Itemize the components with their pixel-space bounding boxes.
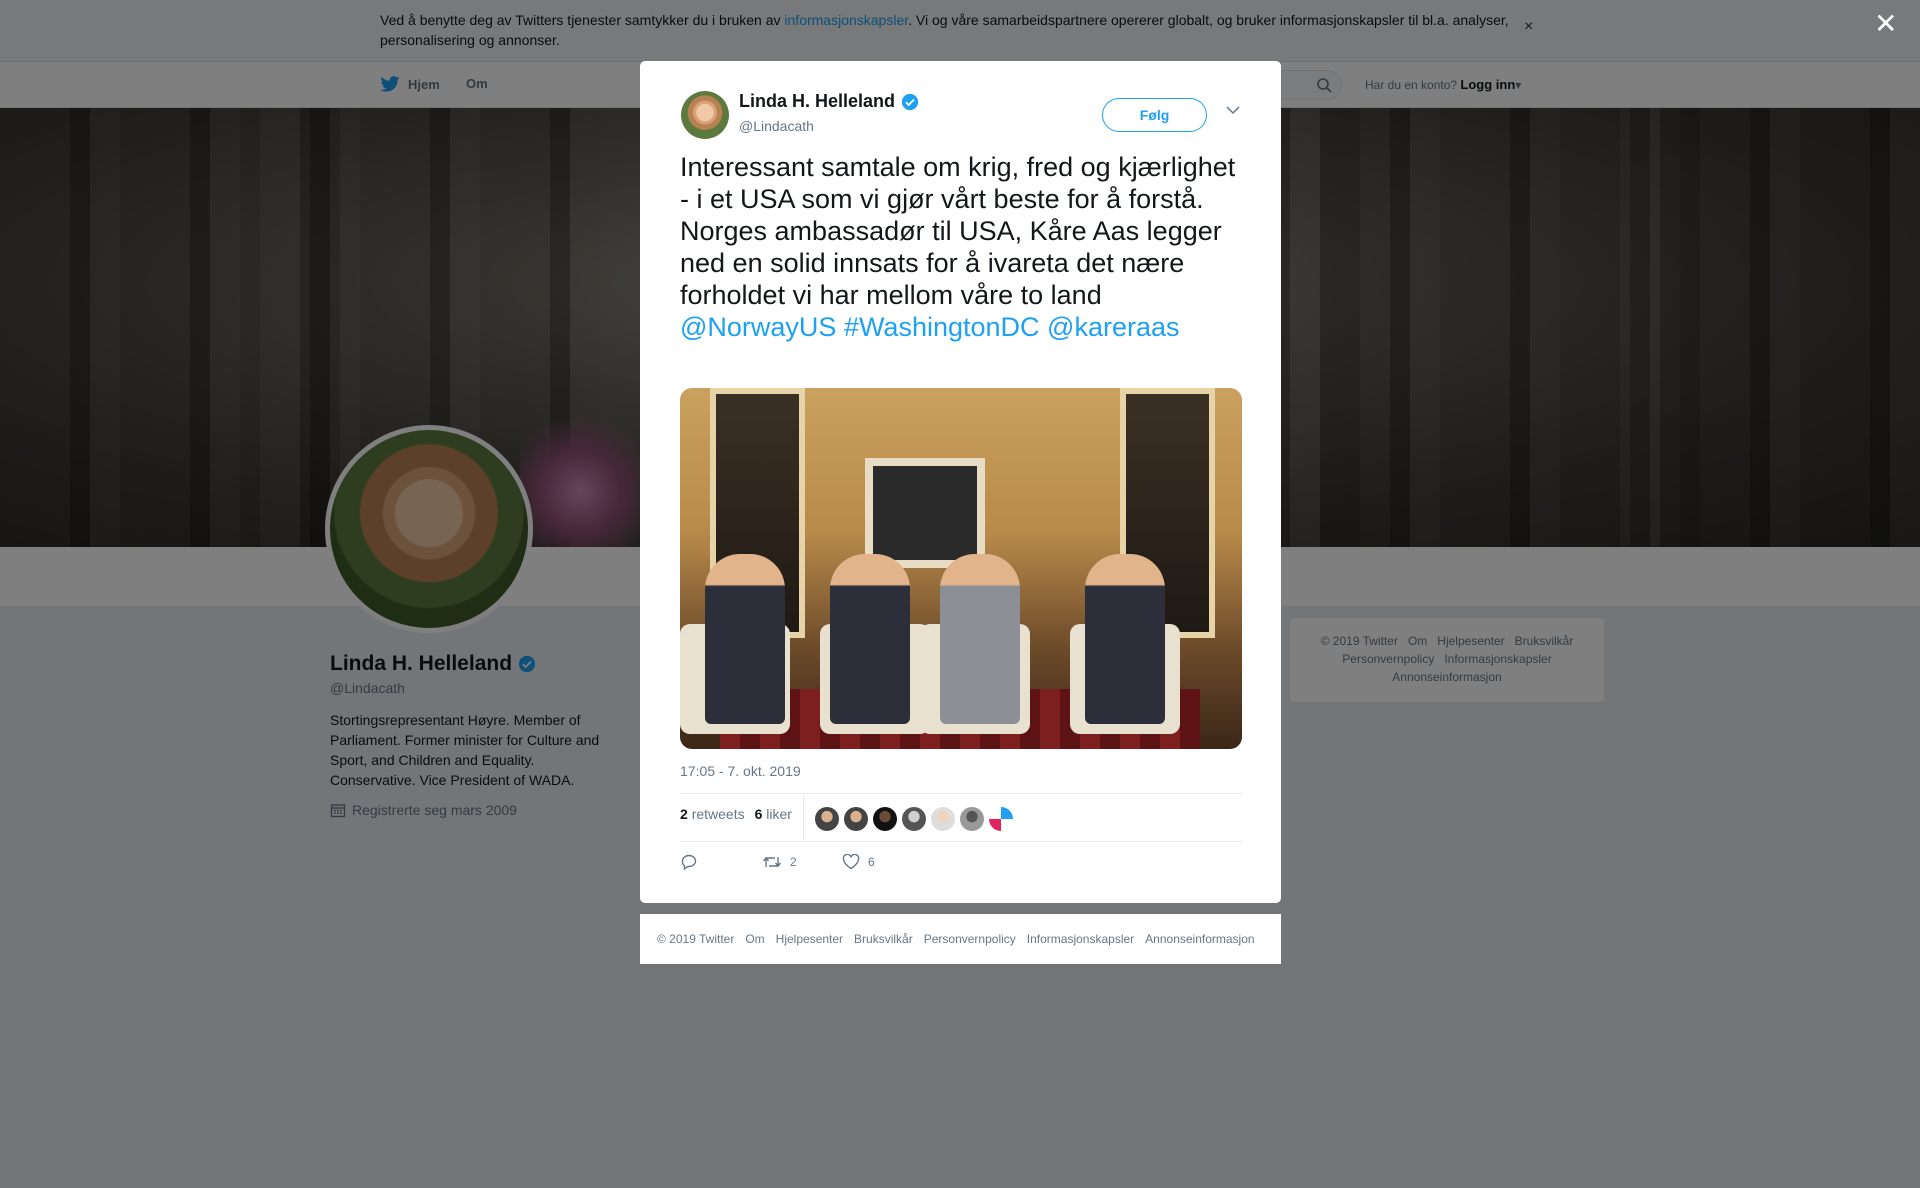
follow-button[interactable]: Følg: [1102, 98, 1207, 132]
verified-badge-icon: [901, 93, 919, 110]
close-icon[interactable]: ✕: [1874, 10, 1897, 38]
liker-avatar[interactable]: [873, 807, 897, 831]
modal-footer: © 2019 Twitter Om Hjelpesenter Bruksvilk…: [640, 914, 1281, 964]
photo-painting: [865, 458, 985, 568]
chevron-down-icon[interactable]: [1226, 105, 1240, 115]
footer-terms-link[interactable]: Bruksvilkår: [854, 932, 913, 946]
liker-avatar[interactable]: [815, 807, 839, 831]
like-count: 6: [868, 855, 875, 869]
footer-about-link[interactable]: Om: [745, 932, 764, 946]
footer-copyright: © 2019 Twitter: [657, 932, 735, 946]
photo-person: [940, 554, 1020, 724]
footer-cookies-link[interactable]: Informasjonskapsler: [1027, 932, 1134, 946]
likes-label: liker: [766, 806, 792, 822]
reply-button[interactable]: [680, 853, 762, 871]
liker-avatars: [815, 807, 1013, 831]
tweet-modal: Linda H. Helleland @Lindacath Følg Inter…: [640, 61, 1281, 903]
photo-person: [705, 554, 785, 724]
likes-stat[interactable]: 6 liker: [755, 806, 792, 822]
retweets-count: 2: [680, 806, 688, 822]
heart-icon: [842, 854, 860, 870]
retweets-label: retweets: [691, 806, 745, 822]
retweet-button[interactable]: 2: [762, 854, 842, 870]
tweet-avatar[interactable]: [681, 91, 729, 139]
divider: [680, 793, 1242, 794]
divider: [680, 841, 1242, 842]
tweet-actions: 2 6: [680, 853, 875, 871]
retweet-icon: [762, 856, 782, 868]
liker-avatar[interactable]: [844, 807, 868, 831]
likes-count: 6: [754, 806, 763, 822]
tweet-timestamp[interactable]: 17:05 - 7. okt. 2019: [680, 763, 801, 779]
tweet-body: Interessant samtale om krig, fred og kjæ…: [680, 152, 1236, 310]
photo-person: [830, 554, 910, 724]
footer-privacy-link[interactable]: Personvernpolicy: [924, 932, 1016, 946]
tweet-author-name[interactable]: Linda H. Helleland: [739, 91, 919, 112]
like-button[interactable]: 6: [842, 854, 875, 870]
footer-ads-info-link[interactable]: Annonseinformasjon: [1145, 932, 1254, 946]
liker-avatar[interactable]: [960, 807, 984, 831]
tweet-text: Interessant samtale om krig, fred og kjæ…: [680, 151, 1250, 343]
divider: [803, 794, 804, 841]
tweet-mentions-hashtags[interactable]: @NorwayUS #WashingtonDC @kareraas: [680, 312, 1180, 342]
tweet-photo[interactable]: [680, 388, 1242, 749]
liker-avatar[interactable]: [931, 807, 955, 831]
retweet-count: 2: [790, 855, 797, 869]
liker-avatar[interactable]: [902, 807, 926, 831]
footer-help-link[interactable]: Hjelpesenter: [776, 932, 843, 946]
liker-avatar[interactable]: [989, 807, 1013, 831]
tweet-author-name-text: Linda H. Helleland: [739, 91, 896, 111]
tweet-stats: 2 retweets 6 liker: [680, 806, 792, 822]
photo-person: [1085, 554, 1165, 724]
retweets-stat[interactable]: 2 retweets: [680, 806, 745, 822]
tweet-author-handle[interactable]: @Lindacath: [739, 118, 814, 134]
reply-icon: [681, 854, 697, 871]
